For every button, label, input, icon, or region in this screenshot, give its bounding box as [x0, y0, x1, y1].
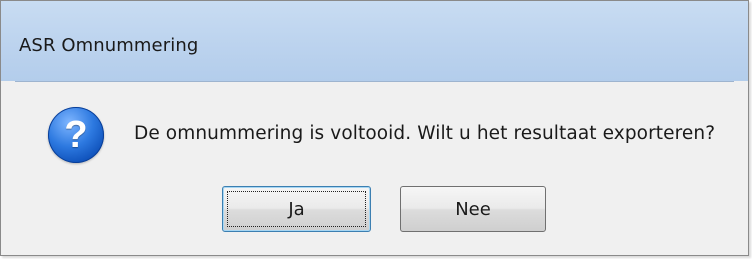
window-title: ASR Omnummering — [19, 35, 199, 56]
question-mark-glyph: ? — [64, 114, 88, 156]
dialog-content: ? De omnummering is voltooid. Wilt u het… — [15, 81, 734, 242]
message-dialog: ASR Omnummering ? De omnummering is volt… — [0, 0, 749, 256]
no-button[interactable]: Nee — [400, 186, 546, 232]
no-button-label: Nee — [455, 198, 491, 220]
focus-rectangle — [227, 191, 366, 227]
question-icon: ? — [48, 107, 104, 163]
title-bar[interactable]: ASR Omnummering — [1, 1, 748, 81]
yes-button[interactable]: Ja — [222, 186, 371, 232]
dialog-message: De omnummering is voltooid. Wilt u het r… — [134, 123, 716, 144]
